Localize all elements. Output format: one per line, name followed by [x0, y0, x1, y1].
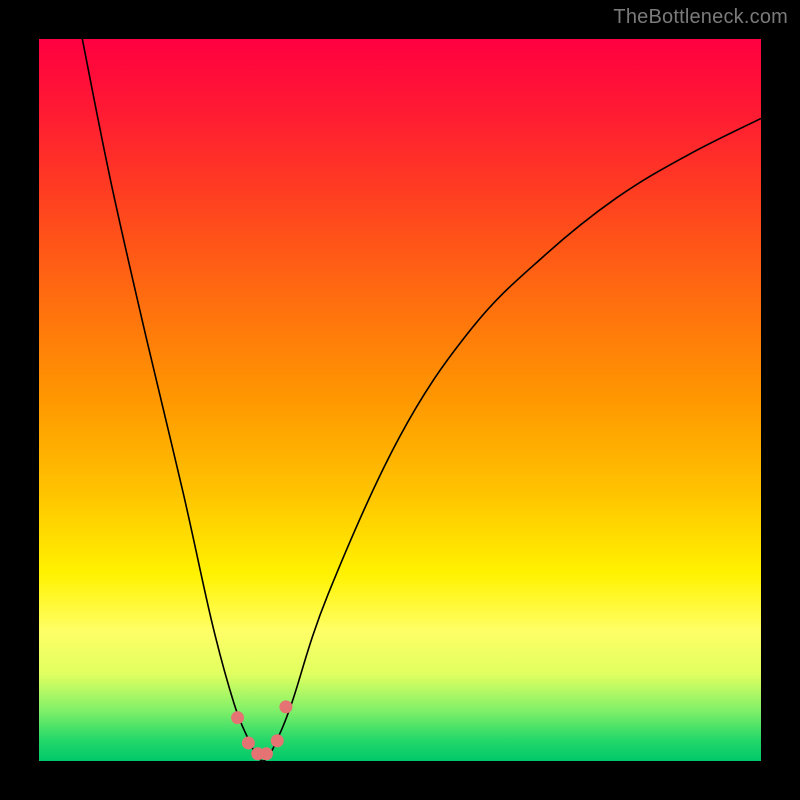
marker-dot — [242, 736, 255, 749]
marker-dots — [231, 700, 292, 760]
curve-layer — [39, 39, 761, 761]
marker-dot — [231, 711, 244, 724]
chart-frame: TheBottleneck.com — [0, 0, 800, 800]
plot-area — [39, 39, 761, 761]
marker-dot — [271, 734, 284, 747]
bottleneck-curve — [82, 39, 761, 761]
marker-dot — [260, 747, 273, 760]
marker-dot — [279, 700, 292, 713]
watermark-text: TheBottleneck.com — [613, 6, 788, 29]
